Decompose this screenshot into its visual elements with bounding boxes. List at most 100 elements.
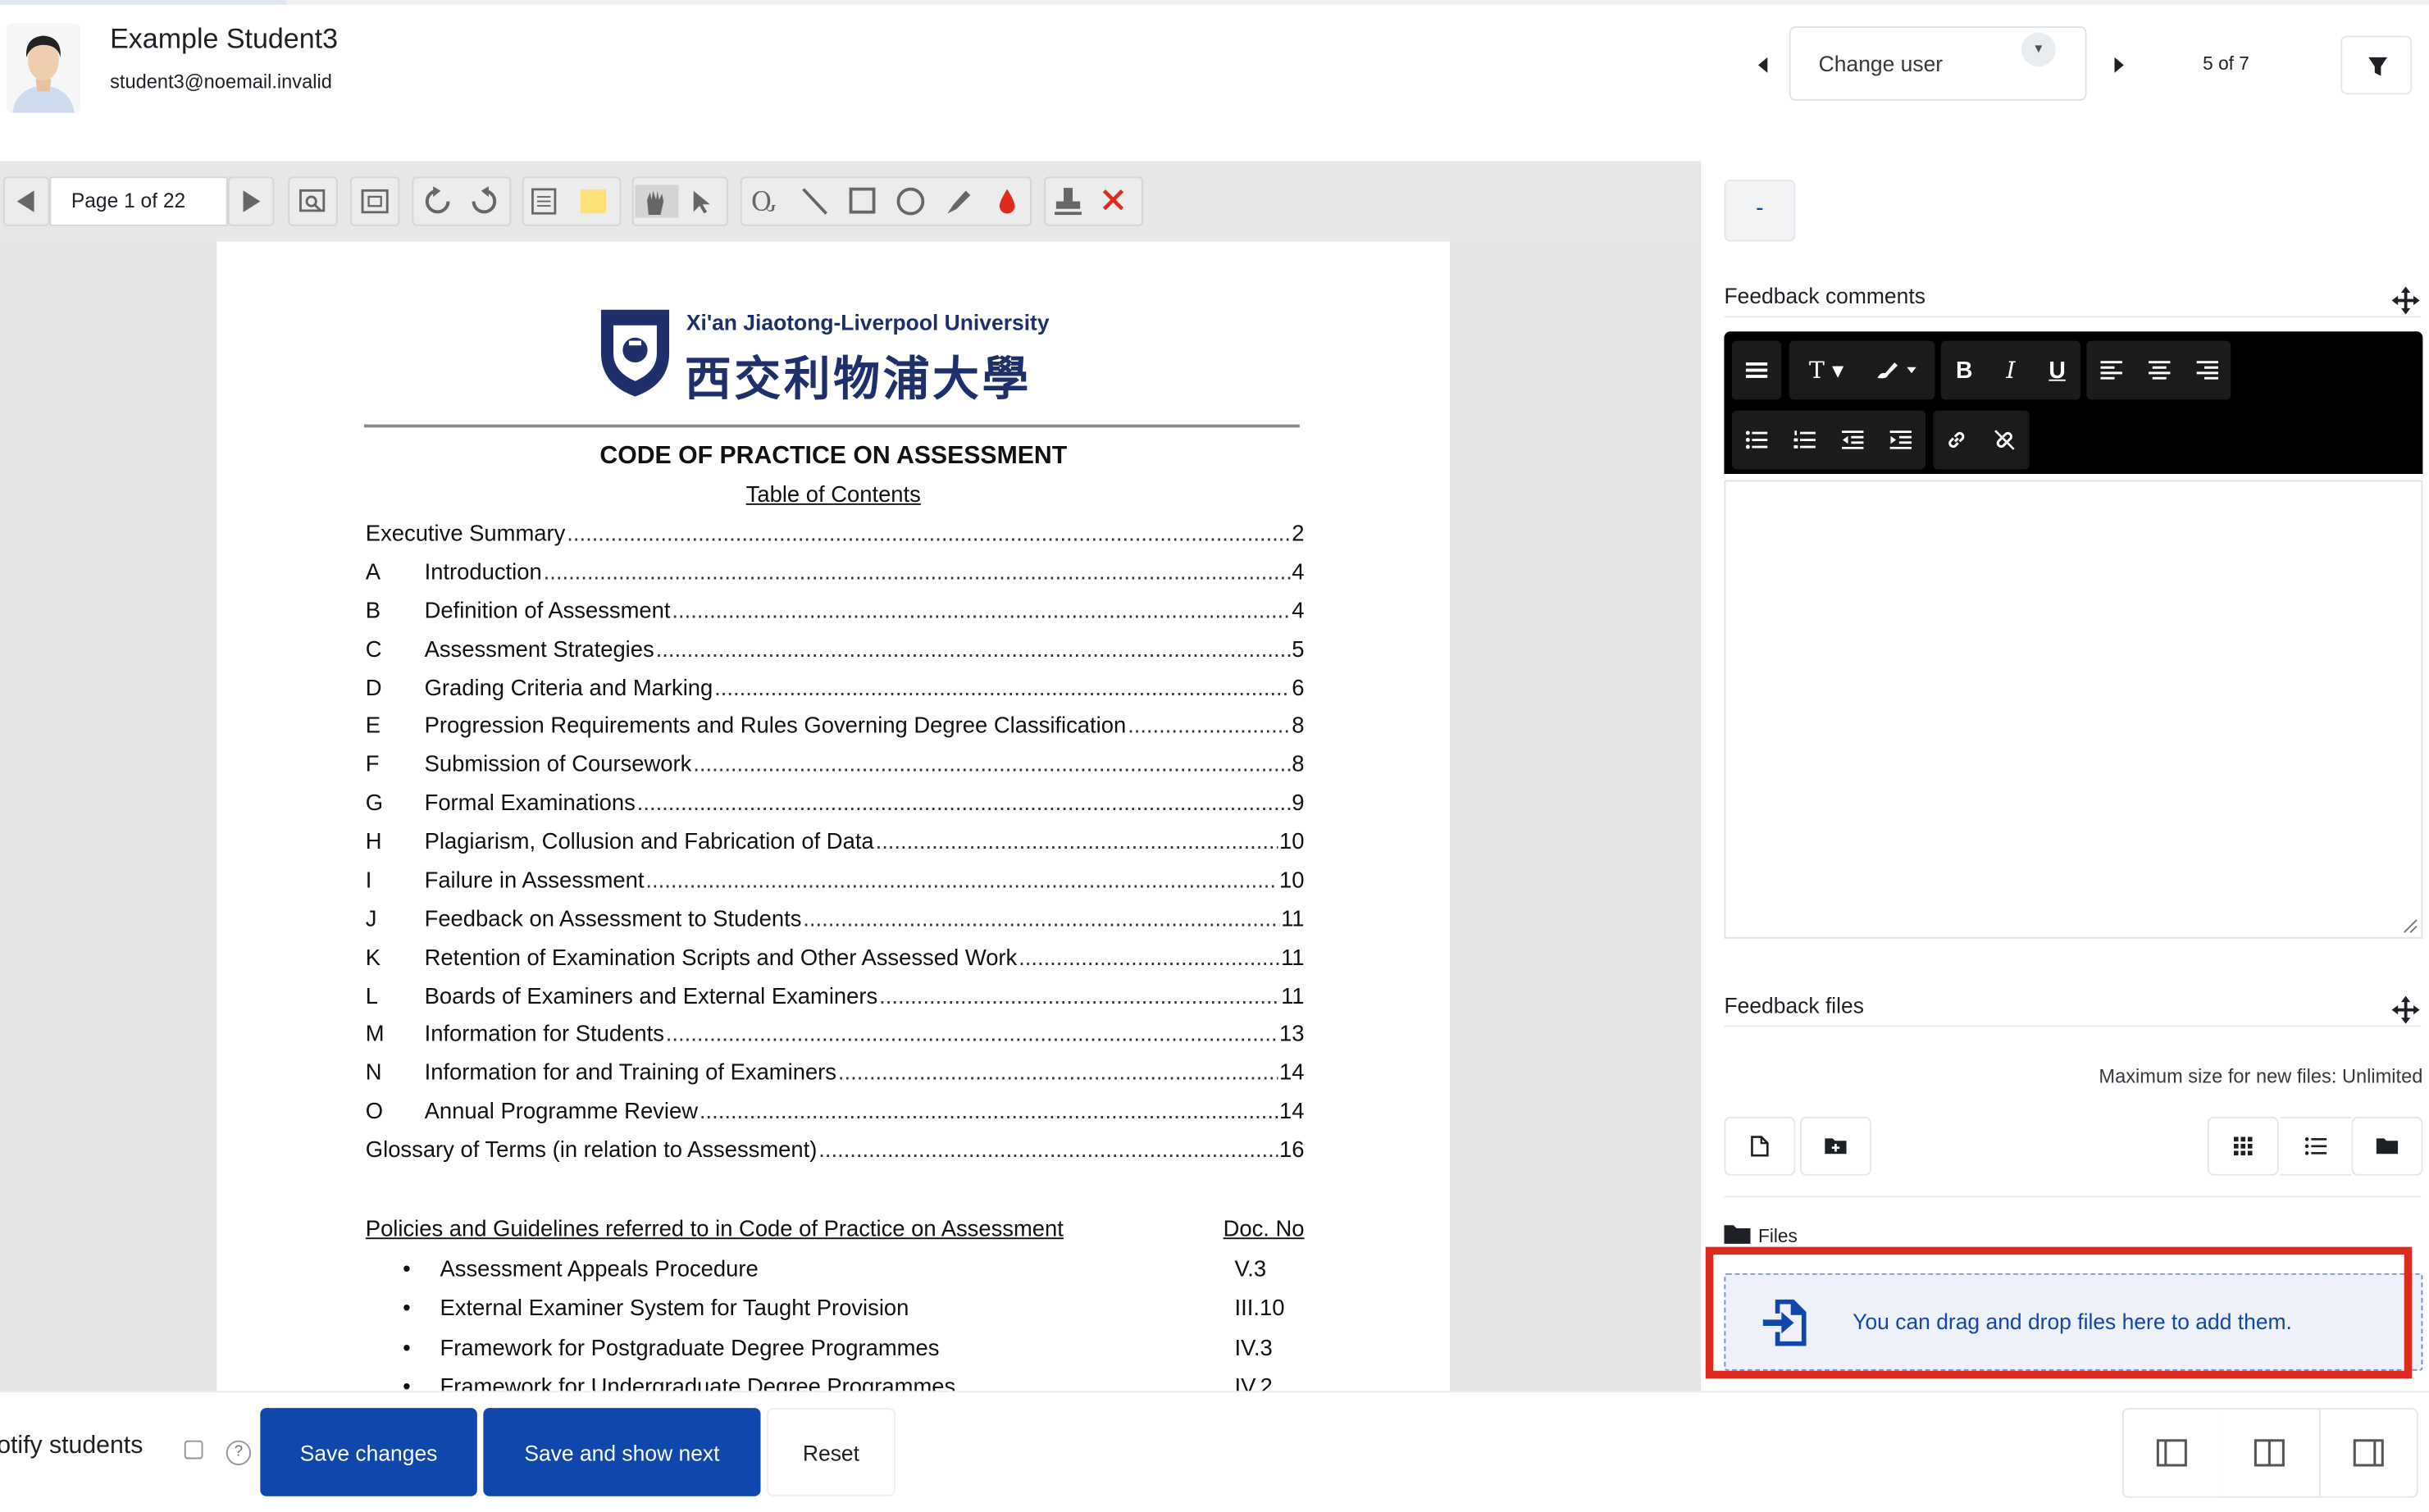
search-comments-icon [299,189,326,212]
create-folder-button[interactable] [1800,1116,1871,1176]
toc-row: IFailure in Assessment10 [366,869,1305,900]
italic-button[interactable]: I [1988,341,2035,400]
collapse-grade-panel-button[interactable] [2121,1408,2222,1498]
etb-group-lists [1731,410,1926,470]
text-color-button[interactable] [1866,341,1929,400]
page-select[interactable]: Page 1 of 22 [49,176,228,226]
comment-bank-icon[interactable] [531,188,557,215]
toc-row: BDefinition of Assessment4 [366,599,1305,631]
align-left-button[interactable] [2088,341,2135,400]
ink-color-icon[interactable] [999,189,1015,214]
default-layout-button[interactable] [2219,1408,2319,1498]
triangle-left-icon [16,190,34,212]
text-style-icon: T ▾ [1809,356,1844,385]
files-folder-label[interactable]: Files [1758,1225,1798,1246]
toc-row: E Progression Requirements and Rules Gove… [366,714,1305,745]
bold-icon: B [1956,357,1973,384]
resize-grip-icon[interactable] [2399,915,2418,934]
underline-icon: U [2048,357,2066,384]
previous-user-button[interactable] [1757,56,1769,79]
toc-row: GFormal Examinations9 [366,791,1305,822]
unlink-icon [1994,430,2015,450]
change-user-select[interactable]: Change user ▼ [1789,26,2087,101]
link-button[interactable] [1933,411,1980,470]
folder-plus-icon [1825,1138,1847,1154]
toc-title: Table of Contents [745,483,921,508]
notify-students-checkbox[interactable] [184,1440,203,1460]
grading-panel: - Feedback comments T ▾ B I U Feedback f… [1699,161,2429,1393]
ordered-list-button[interactable] [1781,411,1828,470]
university-name-chinese: 西交利物浦大學 [684,353,1032,408]
highlight-box [1705,1246,2413,1379]
collapse-review-panel-button[interactable] [2318,1408,2418,1498]
rotate-left-icon[interactable] [425,186,450,214]
previous-page-button[interactable] [2,176,50,226]
toc-row: AIntroduction4 [366,561,1305,592]
align-right-button[interactable] [2184,341,2231,400]
policy-row: • Assessment Appeals Procedure V.3 [403,1257,1267,1283]
move-icon[interactable] [2391,995,2420,1024]
unlink-button[interactable] [1981,411,2028,470]
comment-color-icon[interactable] [581,189,607,214]
change-user-label: Change user [1818,51,1944,76]
section-divider [1724,316,2422,318]
underline-button[interactable]: U [2034,341,2080,400]
select-pointer-icon[interactable] [693,190,710,214]
expand-icon [361,189,389,214]
view-tree-button[interactable] [2351,1116,2423,1176]
view-list-button[interactable] [2280,1116,2352,1176]
annotation-tools: Ⴍ [740,176,1032,226]
file-icon [1751,1136,1769,1157]
doc-no-heading: Doc. No [1223,1217,1305,1242]
header-accent-strip [0,0,287,5]
expand-button[interactable] [349,176,400,226]
feedback-comments-heading: Feedback comments [1724,283,1925,308]
policy-row: • External Examiner System for Taught Pro… [403,1296,1285,1322]
align-right-icon [2196,361,2219,380]
highlighter-icon[interactable] [947,190,971,214]
rotate-right-icon[interactable] [472,186,497,214]
university-crest-icon [598,307,672,399]
next-page-button[interactable] [227,176,275,226]
add-file-button[interactable] [1724,1116,1796,1176]
help-icon[interactable]: ? [226,1440,252,1465]
toc-row: L Boards of Examiners and External Examin… [366,985,1305,1016]
student-name[interactable]: Example Student3 [110,23,338,56]
move-icon[interactable] [2391,286,2420,315]
align-left-icon [2100,361,2122,380]
delete-annotation-icon[interactable] [1102,189,1124,211]
etb-group-format: B I U [1940,340,2080,400]
layout-left-icon [2156,1439,2187,1467]
toc-row: Glossary of Terms (in relation to Assess… [366,1138,1305,1169]
policies-heading: Policies and Guidelines referred to in C… [365,1217,1064,1242]
layout-split-icon [2254,1439,2285,1467]
pdf-page[interactable]: Xi'an Jiaotong-Liverpool University 西交利物… [216,241,1451,1393]
view-icons-button[interactable] [2207,1116,2279,1176]
save-and-show-next-button[interactable]: Save and show next [483,1408,761,1496]
next-user-button[interactable] [2113,56,2126,79]
toolbar-toggle-button[interactable] [1734,341,1780,400]
pen-icon[interactable]: Ⴍ [751,189,776,216]
indent-button[interactable] [1877,411,1924,470]
paragraph-style-button[interactable]: T ▾ [1795,341,1857,400]
stamp-icon[interactable] [1055,188,1082,216]
pdf-editor: Page 1 of 22 Ⴍ Xi'an Jiaotong-Liverpool … [0,161,1700,1393]
feedback-comments-editor[interactable] [1724,480,2423,939]
italic-icon: I [2006,356,2016,385]
bold-button[interactable]: B [1941,341,1988,400]
outdent-button[interactable] [1830,411,1876,470]
save-changes-button[interactable]: Save changes [260,1408,477,1496]
toc-row: K Retention of Examination Scripts and Ot… [366,946,1305,977]
folder-icon [1724,1225,1751,1244]
search-comments-button[interactable] [288,176,338,226]
oval-icon[interactable] [896,187,925,216]
rectangle-icon[interactable] [849,187,876,214]
brush-icon [1877,362,1916,379]
etb-group-align [2086,340,2231,400]
collapse-review-button[interactable]: - [1724,180,1796,242]
filter-button[interactable] [2340,35,2413,95]
align-center-button[interactable] [2136,341,2183,400]
line-icon[interactable] [802,188,827,215]
reset-button[interactable]: Reset [767,1408,895,1496]
unordered-list-button[interactable] [1734,411,1780,470]
